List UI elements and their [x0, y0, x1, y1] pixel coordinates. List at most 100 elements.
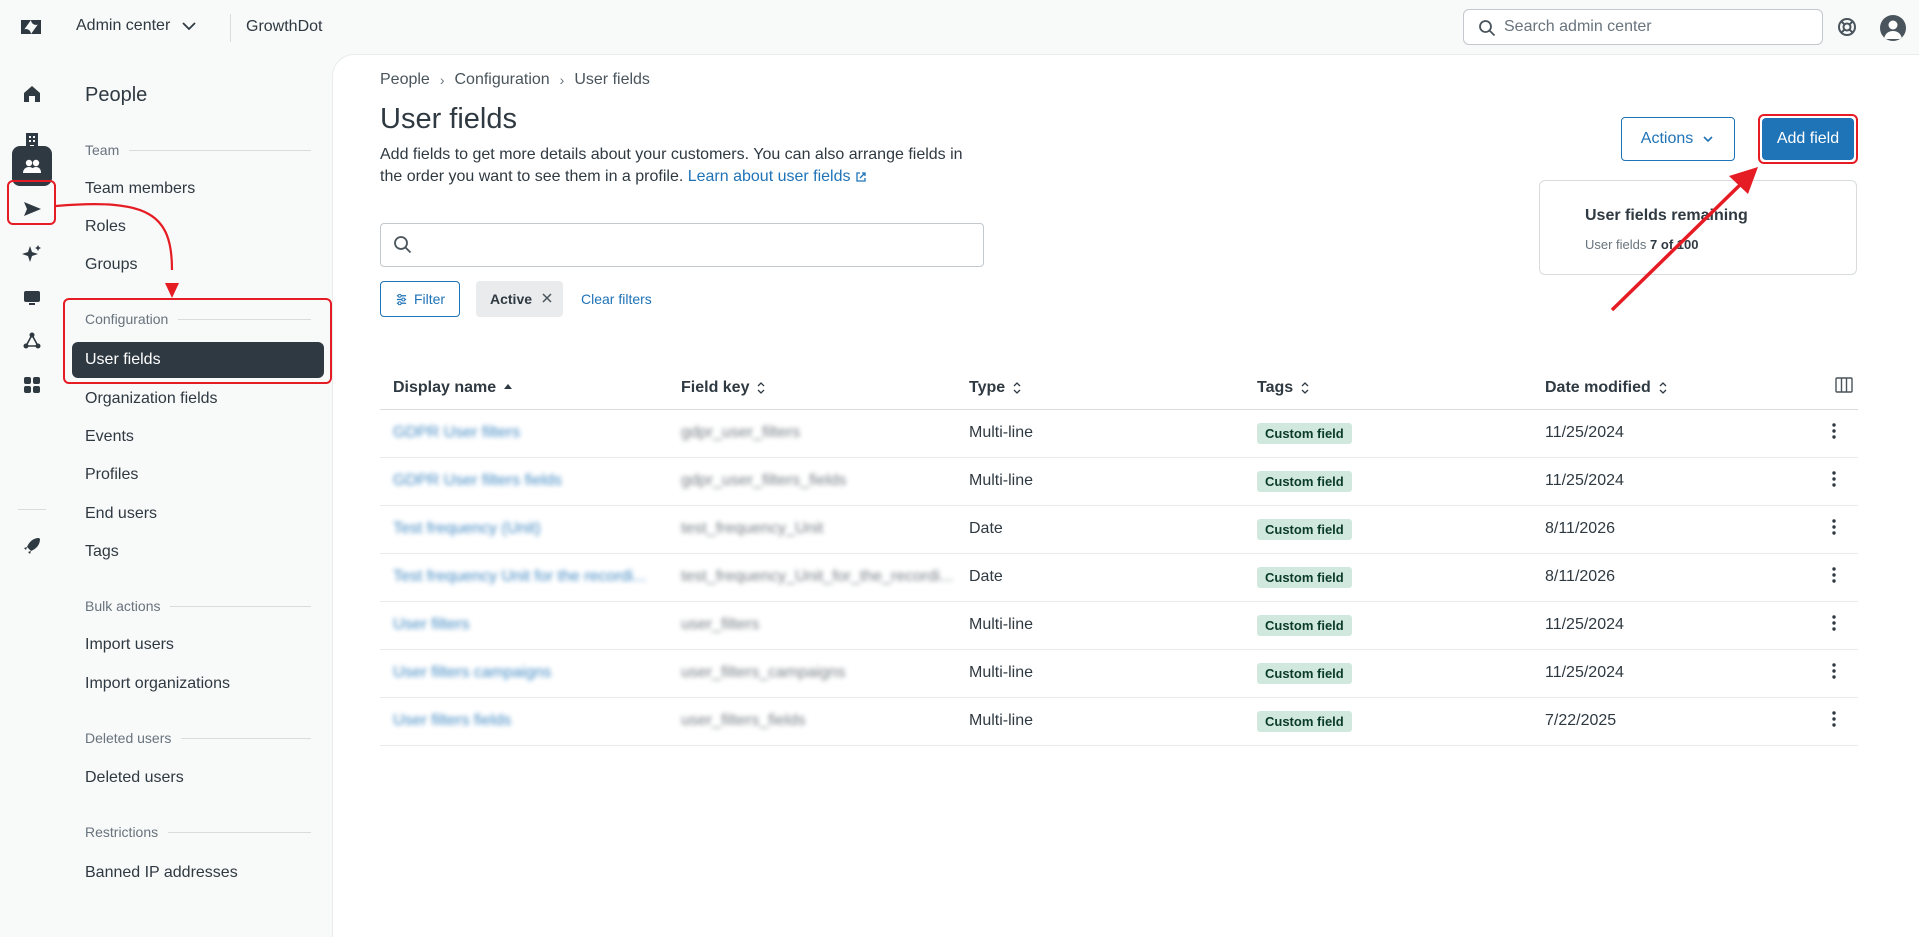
learn-link-label: Learn about user fields	[687, 168, 851, 185]
sidebar-item-banned-ip[interactable]: Banned IP addresses	[85, 864, 238, 882]
cell-tags: Custom field	[1244, 697, 1532, 746]
section-configuration: Configuration	[85, 311, 311, 327]
cell-type: Date	[956, 553, 1244, 602]
filter-button[interactable]: Filter	[380, 281, 460, 317]
table-search-input[interactable]	[380, 223, 984, 267]
close-icon[interactable]	[540, 291, 554, 305]
home-icon	[24, 86, 40, 102]
user-icon	[1884, 20, 1902, 39]
rail-divider	[18, 509, 46, 510]
section-divider	[168, 831, 311, 833]
search-input[interactable]	[1504, 18, 1804, 36]
table-row[interactable]: User filters user_filters Multi-line Custom…	[380, 601, 1858, 650]
cell-field-key: user_filters	[668, 601, 956, 650]
table-row[interactable]: User filters fields user_filters_fields Mu…	[380, 697, 1858, 746]
header-date-modified[interactable]: Date modified	[1532, 367, 1808, 410]
sidebar-item-profiles[interactable]: Profiles	[85, 466, 138, 484]
cell-display-name[interactable]: Test frequency Unit for the recordi...	[380, 553, 668, 602]
field-name-link[interactable]: Test frequency (Unit)	[393, 520, 541, 537]
sidebar-item-end-users[interactable]: End users	[85, 505, 157, 523]
field-key: user_filters	[681, 616, 760, 633]
top-bar: Admin center GrowthDot	[0, 0, 1919, 54]
rail-people[interactable]	[12, 146, 52, 186]
help-icon[interactable]	[1837, 17, 1857, 37]
sidebar-item-team-members[interactable]: Team members	[85, 180, 195, 198]
cell-display-name[interactable]: GDPR User filters	[380, 409, 668, 458]
sidebar-item-tags[interactable]: Tags	[85, 543, 119, 561]
header-label: Field key	[681, 378, 750, 396]
actions-button[interactable]: Actions	[1621, 117, 1735, 161]
sidebar-item-events[interactable]: Events	[85, 428, 134, 446]
header-display-name[interactable]: Display name	[380, 367, 668, 410]
sidebar-item-user-fields[interactable]: User fields	[72, 342, 324, 378]
table-row[interactable]: GDPR User filters fields gdpr_user_filter…	[380, 457, 1858, 506]
rail-channels[interactable]	[12, 189, 52, 229]
remaining-count: User fields 7 of 100	[1585, 237, 1698, 252]
page-title: User fields	[380, 103, 517, 135]
cell-field-key: gdpr_user_filters	[668, 409, 956, 458]
cell-display-name[interactable]: User filters	[380, 601, 668, 650]
sidebar-item-groups[interactable]: Groups	[85, 256, 137, 274]
cell-actions	[1808, 457, 1858, 506]
kebab-menu-icon[interactable]	[1824, 709, 1844, 729]
breadcrumb-user-fields: User fields	[574, 71, 650, 88]
avatar[interactable]	[1880, 15, 1906, 41]
breadcrumb-configuration[interactable]: Configuration	[455, 71, 550, 89]
rail-get-started[interactable]	[12, 526, 52, 566]
field-name-link[interactable]: GDPR User filters fields	[393, 472, 562, 489]
rail-objects[interactable]	[12, 321, 52, 361]
field-name-link[interactable]: User filters	[393, 616, 469, 633]
zendesk-logo-icon[interactable]	[18, 15, 44, 39]
cell-actions	[1808, 553, 1858, 602]
kebab-menu-icon[interactable]	[1824, 565, 1844, 585]
cell-display-name[interactable]: User filters campaigns	[380, 649, 668, 698]
cell-actions	[1808, 505, 1858, 554]
sort-icon	[1659, 381, 1667, 394]
table-row[interactable]: User filters campaigns user_filters_campa…	[380, 649, 1858, 698]
kebab-menu-icon[interactable]	[1824, 421, 1844, 441]
sidebar-item-organization-fields[interactable]: Organization fields	[85, 390, 218, 408]
rail-apps[interactable]	[12, 365, 52, 405]
field-name-link[interactable]: GDPR User filters	[393, 424, 520, 441]
learn-link[interactable]: Learn about user fields	[688, 168, 867, 185]
cell-type: Multi-line	[956, 409, 1244, 458]
divider	[230, 14, 231, 42]
cell-display-name[interactable]: Test frequency (Unit)	[380, 505, 668, 554]
cell-display-name[interactable]: GDPR User filters fields	[380, 457, 668, 506]
sort-icon	[1013, 381, 1021, 394]
field-key: gdpr_user_filters_fields	[681, 472, 847, 489]
cell-tags: Custom field	[1244, 553, 1532, 602]
section-label: Bulk actions	[85, 598, 161, 614]
sidebar-item-import-users[interactable]: Import users	[85, 636, 174, 654]
clear-filters-link[interactable]: Clear filters	[581, 291, 652, 307]
table-row[interactable]: GDPR User filters gdpr_user_filters Multi-…	[380, 409, 1858, 458]
table-row[interactable]: Test frequency Unit for the recordi... te…	[380, 553, 1858, 602]
sidebar-item-import-organizations[interactable]: Import organizations	[85, 675, 230, 693]
header-type[interactable]: Type	[956, 367, 1244, 410]
search-icon	[1479, 20, 1496, 37]
cell-tags: Custom field	[1244, 505, 1532, 554]
kebab-menu-icon[interactable]	[1824, 469, 1844, 489]
breadcrumb-people[interactable]: People	[380, 71, 430, 89]
field-name-link[interactable]: Test frequency Unit for the recordi...	[393, 568, 646, 585]
add-field-button[interactable]: Add field	[1762, 118, 1854, 160]
cell-display-name[interactable]: User filters fields	[380, 697, 668, 746]
sidebar-item-roles[interactable]: Roles	[85, 218, 126, 236]
header-columns[interactable]	[1808, 367, 1858, 410]
apps-icon	[24, 377, 40, 393]
header-field-key[interactable]: Field key	[668, 367, 956, 410]
kebab-menu-icon[interactable]	[1824, 517, 1844, 537]
sidebar-item-deleted-users[interactable]: Deleted users	[85, 769, 184, 787]
kebab-menu-icon[interactable]	[1824, 613, 1844, 633]
product-switcher[interactable]: Admin center	[76, 17, 198, 35]
header-tags[interactable]: Tags	[1244, 367, 1532, 410]
header-label: Display name	[393, 378, 497, 396]
rail-workspaces[interactable]	[12, 278, 52, 318]
table-row[interactable]: Test frequency (Unit) test_frequency_Unit…	[380, 505, 1858, 554]
kebab-menu-icon[interactable]	[1824, 661, 1844, 681]
field-name-link[interactable]: User filters campaigns	[393, 664, 551, 681]
field-name-link[interactable]: User filters fields	[393, 712, 511, 729]
rail-ai[interactable]	[12, 234, 52, 274]
admin-search[interactable]	[1463, 9, 1823, 45]
rail-home[interactable]	[12, 74, 52, 114]
